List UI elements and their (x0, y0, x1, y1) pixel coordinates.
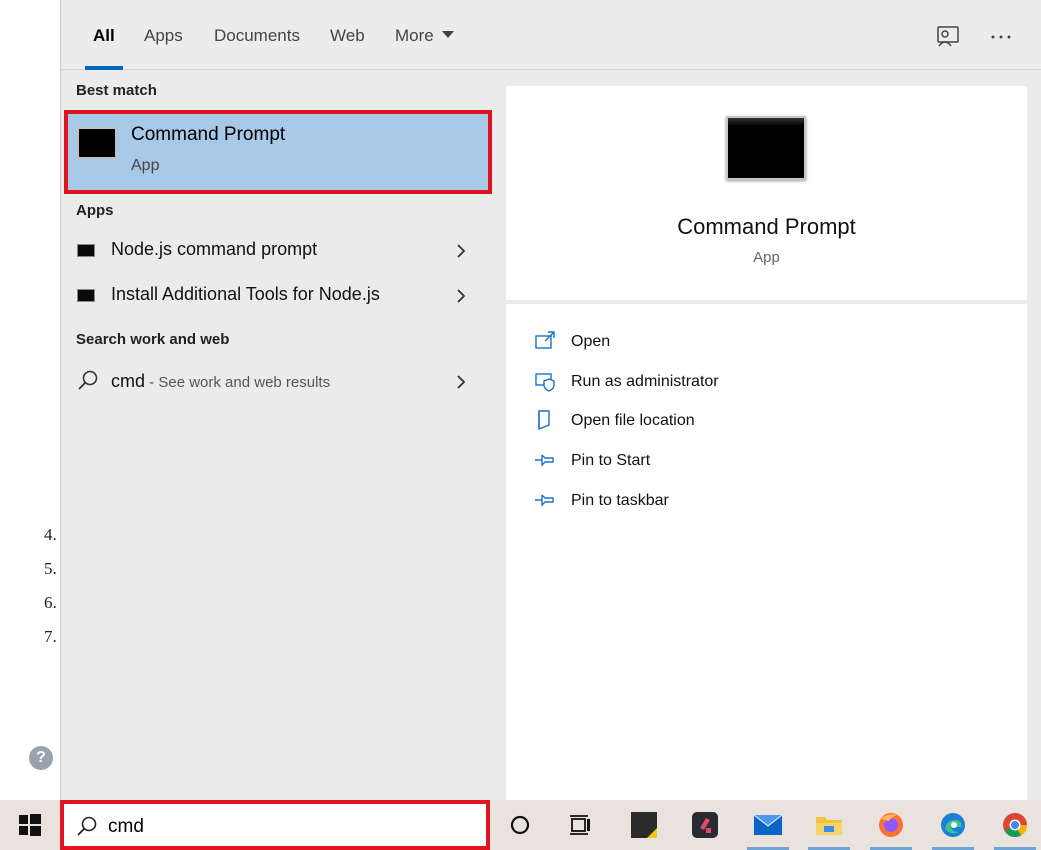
tab-more[interactable]: More (395, 26, 454, 70)
shield-icon (535, 373, 555, 392)
preview-pane: Command Prompt App Open Run as administr… (506, 86, 1027, 800)
background-list-number: 5. (44, 559, 57, 578)
web-result-query: cmd (111, 371, 146, 391)
command-prompt-icon (726, 116, 806, 180)
pin-to-start-action[interactable]: Pin to Start (534, 445, 994, 477)
chrome-button[interactable] (990, 805, 1040, 850)
mail-icon (754, 814, 782, 835)
search-icon (78, 370, 98, 390)
chevron-right-icon (457, 375, 466, 389)
preview-subtitle: App (753, 249, 780, 266)
sticky-notes-button[interactable] (619, 805, 669, 850)
preview-header: Command Prompt App (506, 86, 1027, 304)
action-label: Pin to Start (571, 452, 651, 469)
best-match-subtitle: App (131, 157, 160, 174)
feedback-icon[interactable] (935, 24, 961, 50)
action-label: Run as administrator (571, 373, 719, 390)
edge-icon (941, 813, 965, 837)
app-label: Install Additional Tools for Node.js (111, 284, 380, 304)
sticky-notes-icon (631, 812, 657, 838)
command-prompt-icon (77, 127, 117, 159)
web-result-text: cmd - See work and web results (111, 371, 330, 392)
terminal-icon (77, 244, 95, 257)
help-icon[interactable]: ? (29, 746, 53, 770)
taskbar (0, 800, 1041, 850)
web-result-suffix: - See work and web results (145, 374, 331, 391)
list-item[interactable]: Install Additional Tools for Node.js (61, 274, 491, 318)
tab-label: All (93, 26, 115, 45)
run-as-admin-action[interactable]: Run as administrator (534, 366, 994, 398)
task-view-button[interactable] (555, 805, 605, 850)
apps-heading: Apps (76, 202, 114, 219)
search-icon (77, 816, 97, 836)
pin-icon (535, 454, 554, 467)
tab-web[interactable]: Web (330, 26, 365, 70)
tab-label: More (395, 26, 434, 45)
open-icon (535, 331, 555, 349)
firefox-icon (879, 813, 903, 837)
tab-apps[interactable]: Apps (144, 26, 183, 70)
background-list-number: 6. (44, 593, 57, 612)
open-action[interactable]: Open (534, 326, 994, 358)
file-explorer-button[interactable] (804, 805, 854, 850)
cortana-icon (510, 815, 530, 835)
file-explorer-icon (816, 817, 842, 835)
web-search-result[interactable]: cmd - See work and web results (61, 360, 491, 404)
tab-label: Documents (214, 26, 300, 45)
windows-logo-icon (19, 814, 41, 836)
background-list-number: 4. (44, 525, 57, 544)
search-flyout: All Apps Documents Web More Best match C… (60, 0, 1041, 800)
mail-button[interactable] (743, 805, 793, 850)
search-input[interactable] (108, 814, 448, 840)
tab-documents[interactable]: Documents (214, 26, 300, 70)
cortana-button[interactable] (495, 805, 545, 850)
pin-to-taskbar-action[interactable]: Pin to taskbar (534, 485, 994, 517)
action-label: Open (571, 333, 611, 350)
search-tab-bar: All Apps Documents Web More (61, 0, 1041, 70)
best-match-title: Command Prompt (131, 124, 286, 145)
list-item[interactable]: Node.js command prompt (61, 229, 491, 273)
media-app-icon (692, 812, 718, 838)
tab-label: Apps (144, 26, 183, 45)
best-match-heading: Best match (76, 82, 157, 99)
pin-icon (535, 494, 554, 507)
edge-button[interactable] (928, 805, 978, 850)
more-options-icon[interactable] (988, 24, 1014, 50)
open-file-location-action[interactable]: Open file location (534, 405, 994, 437)
action-label: Open file location (571, 412, 695, 429)
terminal-icon (77, 289, 95, 302)
background-list-number: 7. (44, 627, 57, 646)
task-view-icon (570, 815, 590, 835)
file-location-icon (538, 410, 550, 431)
app-label: Node.js command prompt (111, 239, 318, 259)
results-pane: Best match Command Prompt App Apps Node.… (61, 70, 492, 800)
start-button[interactable] (0, 800, 60, 850)
chevron-right-icon (457, 289, 466, 303)
firefox-button[interactable] (866, 805, 916, 850)
media-app-button[interactable] (680, 805, 730, 850)
tab-all[interactable]: All (85, 26, 123, 70)
action-label: Pin to taskbar (571, 492, 669, 509)
taskbar-search-box[interactable] (60, 800, 490, 850)
tab-label: Web (330, 26, 365, 45)
chrome-icon (1003, 813, 1027, 838)
preview-title: Command Prompt (677, 214, 856, 239)
caret-down-icon (441, 31, 454, 38)
best-match-item[interactable]: Command Prompt App (64, 110, 492, 194)
chevron-right-icon (457, 244, 466, 258)
search-web-heading: Search work and web (76, 331, 230, 348)
